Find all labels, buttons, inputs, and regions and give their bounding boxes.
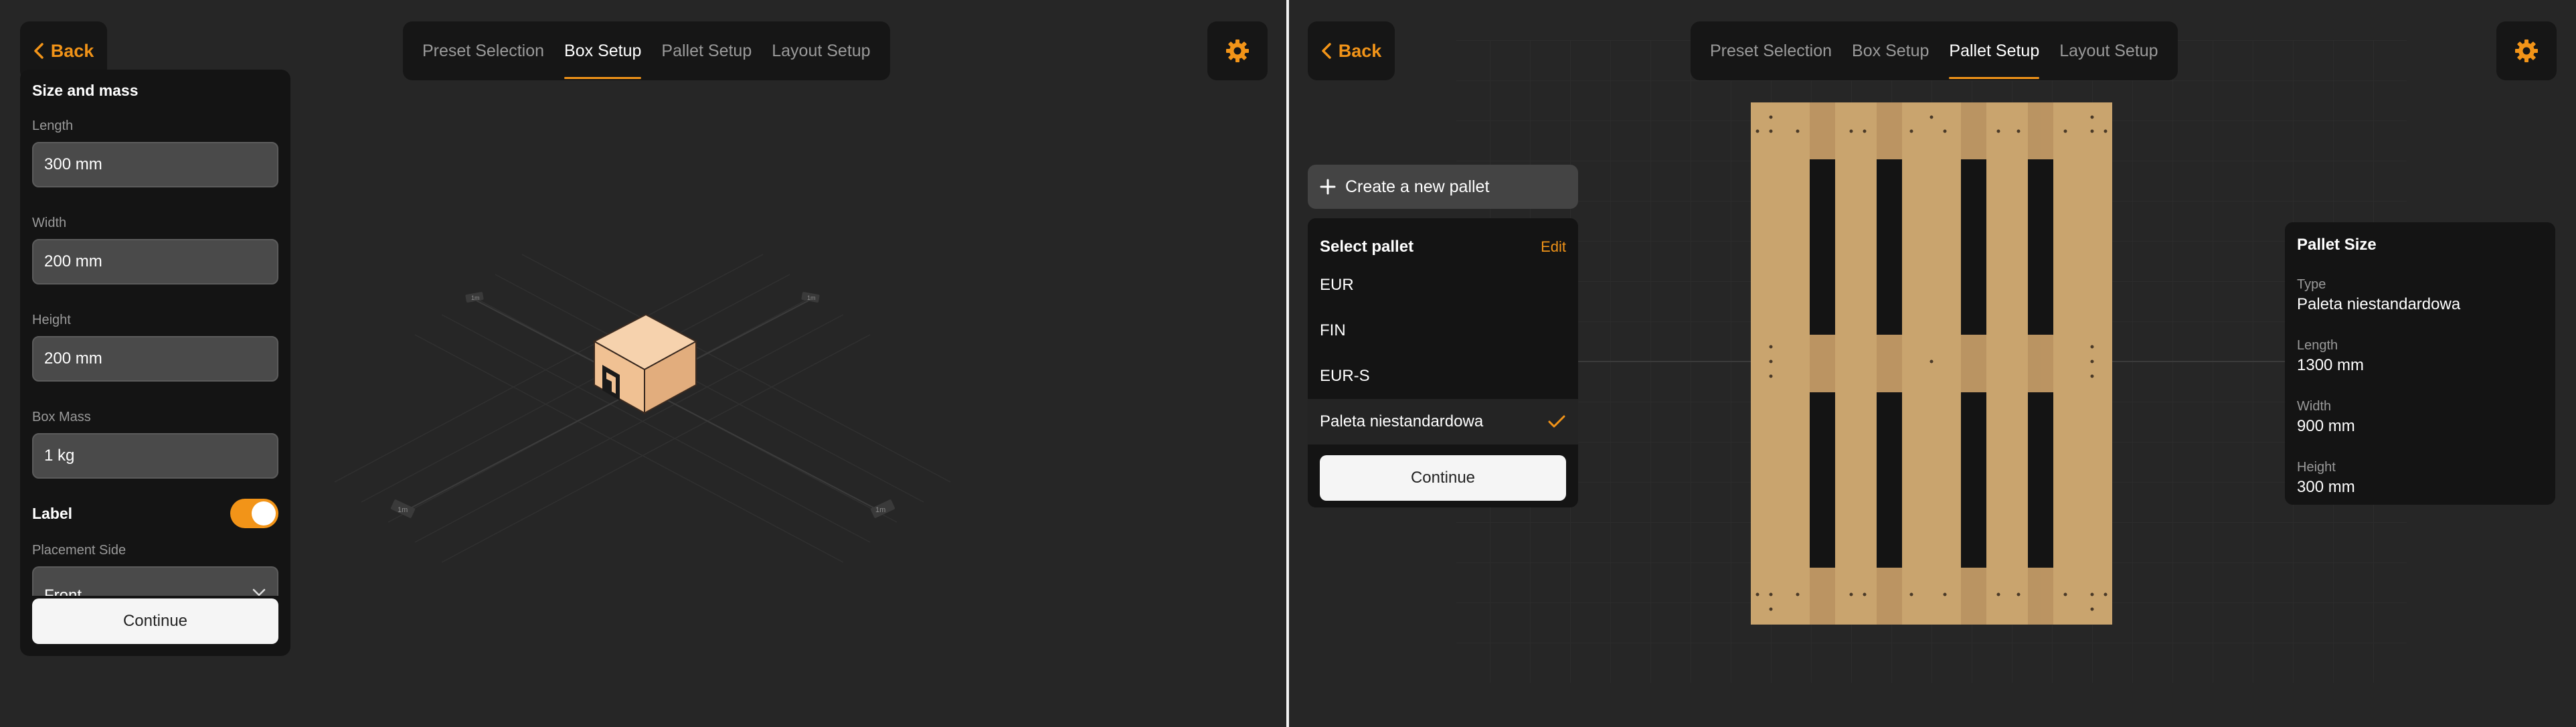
placement-side-select[interactable]: Front [32,566,278,596]
pallet-option-label: FIN [1320,321,1346,339]
label-toggle[interactable] [230,499,278,528]
pallet-size-title: Pallet Size [2297,236,2377,254]
toggle-knob [252,501,276,526]
tab-pallet-setup[interactable]: Pallet Setup [1939,21,2049,80]
box-setup-screen: 1m 1m 1m 1m Back Preset Selection Box Se… [0,0,1286,727]
length-label: Length [32,118,74,133]
label-toggle-row: Label [32,499,278,528]
gear-icon [2515,39,2538,62]
back-label: Back [50,40,94,61]
back-label: Back [1338,40,1382,61]
pallet-option-fin[interactable]: FIN [1308,308,1578,353]
setup-tab-bar: Preset Selection Box Setup Pallet Setup … [403,21,890,80]
pallet-option-label: EUR [1320,276,1354,294]
length-input[interactable]: 300 mm [32,142,278,187]
edit-button[interactable]: Edit [1541,238,1566,256]
scene-marker-se: 1m [875,506,885,514]
tab-layout-setup[interactable]: Layout Setup [762,21,880,80]
continue-button[interactable]: Continue [1320,455,1566,501]
pallet-model [1751,102,2112,625]
select-pallet-panel: Select pallet Edit EUR FIN EUR-S Paleta … [1308,218,1578,507]
height-input[interactable]: 200 mm [32,336,278,382]
create-pallet-label: Create a new pallet [1345,177,1490,196]
scene-marker-ne: 1m [807,295,816,301]
create-pallet-button[interactable]: Create a new pallet [1308,165,1578,209]
placement-side-value: Front [44,586,82,596]
placement-side-label: Placement Side [32,543,126,558]
checkmark-icon [1548,415,1565,428]
pallet-size-panel: Pallet Size Type Paleta niestandardowa L… [2285,222,2555,505]
width-input[interactable]: 200 mm [32,239,278,285]
box-mass-label: Box Mass [32,410,91,424]
length-value: 1300 mm [2297,356,2365,374]
height-label: Height [32,313,71,327]
tab-box-setup[interactable]: Box Setup [554,21,651,80]
chevron-left-icon [1321,43,1331,59]
label-toggle-label: Label [32,504,73,522]
settings-button[interactable] [2496,21,2557,80]
length-label: Length [2297,338,2338,353]
setup-tab-bar: Preset Selection Box Setup Pallet Setup … [1691,21,2178,80]
width-label: Width [2297,399,2332,414]
width-label: Width [32,216,67,230]
chevron-down-icon [252,588,266,596]
continue-button[interactable]: Continue [32,598,278,644]
type-label: Type [2297,277,2326,292]
settings-button[interactable] [1207,21,1268,80]
pallet-option-custom[interactable]: Paleta niestandardowa [1308,399,1578,445]
plus-icon [1320,179,1336,195]
panel-title: Size and mass [32,82,139,99]
tab-layout-setup[interactable]: Layout Setup [2049,21,2168,80]
width-value: 900 mm [2297,417,2355,435]
size-and-mass-panel: Size and mass Length 300 mm Width 200 mm… [20,70,290,656]
pallet-setup-screen: Back Preset Selection Box Setup Pallet S… [1289,0,2576,727]
tab-preset-selection[interactable]: Preset Selection [1700,21,1842,80]
tab-preset-selection[interactable]: Preset Selection [412,21,554,80]
pallet-option-label: EUR-S [1320,367,1370,385]
pallet-option-label: Paleta niestandardowa [1320,412,1484,430]
tab-box-setup[interactable]: Box Setup [1842,21,1939,80]
gear-icon [1226,39,1249,62]
height-value: 300 mm [2297,478,2355,496]
box-mass-input[interactable]: 1 kg [32,433,278,479]
scene-marker-sw: 1m [398,506,408,514]
pallet-option-eur[interactable]: EUR [1308,262,1578,308]
pallet-option-eur-s[interactable]: EUR-S [1308,353,1578,399]
box-3d-model [592,313,698,414]
select-pallet-title: Select pallet [1320,238,1414,256]
tab-pallet-setup[interactable]: Pallet Setup [651,21,762,80]
height-label: Height [2297,460,2336,475]
type-value: Paleta niestandardowa [2297,295,2461,313]
back-button[interactable]: Back [1308,21,1395,80]
scene-marker-nw: 1m [471,295,480,301]
chevron-left-icon [33,43,44,59]
